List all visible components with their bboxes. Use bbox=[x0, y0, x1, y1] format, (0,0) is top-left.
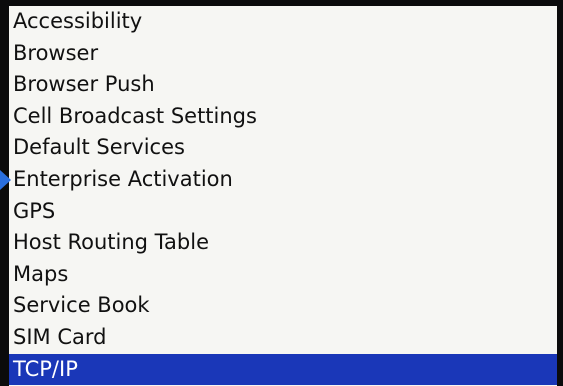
menu-item-service-book[interactable]: Service Book bbox=[9, 290, 557, 322]
focus-arrow-icon bbox=[0, 170, 11, 190]
device-screen: Accessibility Browser Browser Push Cell … bbox=[0, 0, 563, 386]
menu-item-sim-card[interactable]: SIM Card bbox=[9, 322, 557, 354]
settings-menu-list: Accessibility Browser Browser Push Cell … bbox=[9, 6, 557, 386]
menu-item-accessibility[interactable]: Accessibility bbox=[9, 6, 557, 38]
menu-item-gps[interactable]: GPS bbox=[9, 196, 557, 228]
menu-item-default-services[interactable]: Default Services bbox=[9, 132, 557, 164]
settings-menu-panel: Accessibility Browser Browser Push Cell … bbox=[9, 6, 557, 386]
menu-item-browser-push[interactable]: Browser Push bbox=[9, 69, 557, 101]
menu-item-maps[interactable]: Maps bbox=[9, 259, 557, 291]
menu-item-tcp-ip[interactable]: TCP/IP bbox=[9, 353, 557, 386]
menu-item-enterprise-activation[interactable]: Enterprise Activation bbox=[9, 164, 557, 196]
menu-item-cell-broadcast-settings[interactable]: Cell Broadcast Settings bbox=[9, 101, 557, 133]
menu-item-browser[interactable]: Browser bbox=[9, 38, 557, 70]
menu-item-host-routing-table[interactable]: Host Routing Table bbox=[9, 227, 557, 259]
